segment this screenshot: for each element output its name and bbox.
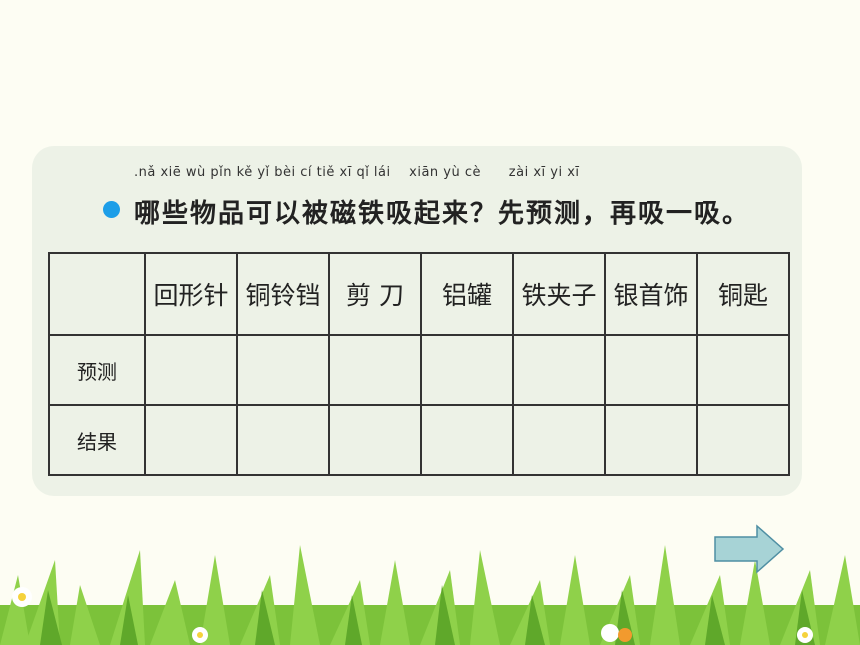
prediction-cell[interactable] <box>512 334 606 406</box>
result-cell[interactable] <box>512 404 606 476</box>
result-cell[interactable] <box>604 404 698 476</box>
question-text: 哪些物品可以被磁铁吸起来？先预测，再吸一吸。 <box>134 199 751 229</box>
table-row: 结果 <box>48 404 790 476</box>
table-corner-cell <box>48 252 146 336</box>
column-header: 铜匙 <box>696 252 790 336</box>
result-cell[interactable] <box>236 404 330 476</box>
prediction-cell[interactable] <box>144 334 238 406</box>
column-header: 铁夹子 <box>512 252 606 336</box>
bullet-dot-icon <box>103 201 120 218</box>
row-label: 预测 <box>48 334 146 406</box>
result-cell[interactable] <box>420 404 514 476</box>
column-header: 铝罐 <box>420 252 514 336</box>
prediction-cell[interactable] <box>604 334 698 406</box>
prediction-cell[interactable] <box>328 334 422 406</box>
column-header: 铜铃铛 <box>236 252 330 336</box>
pinyin-line: .nǎ xiē wù pǐn kě yǐ bèi cí tiě xī qǐ lá… <box>134 165 580 180</box>
prediction-cell[interactable] <box>696 334 790 406</box>
table-header-row: 回形针 铜铃铛 剪 刀 铝罐 铁夹子 银首饰 铜匙 <box>48 252 790 336</box>
prediction-cell[interactable] <box>420 334 514 406</box>
table-row: 预测 <box>48 334 790 406</box>
result-cell[interactable] <box>696 404 790 476</box>
result-cell[interactable] <box>328 404 422 476</box>
column-header: 回形针 <box>144 252 238 336</box>
row-label: 结果 <box>48 404 146 476</box>
prediction-table: 回形针 铜铃铛 剪 刀 铝罐 铁夹子 银首饰 铜匙 预测 结果 <box>48 252 790 476</box>
result-cell[interactable] <box>144 404 238 476</box>
right-arrow-icon[interactable] <box>713 524 785 574</box>
column-header: 剪 刀 <box>328 252 422 336</box>
column-header: 银首饰 <box>604 252 698 336</box>
prediction-cell[interactable] <box>236 334 330 406</box>
